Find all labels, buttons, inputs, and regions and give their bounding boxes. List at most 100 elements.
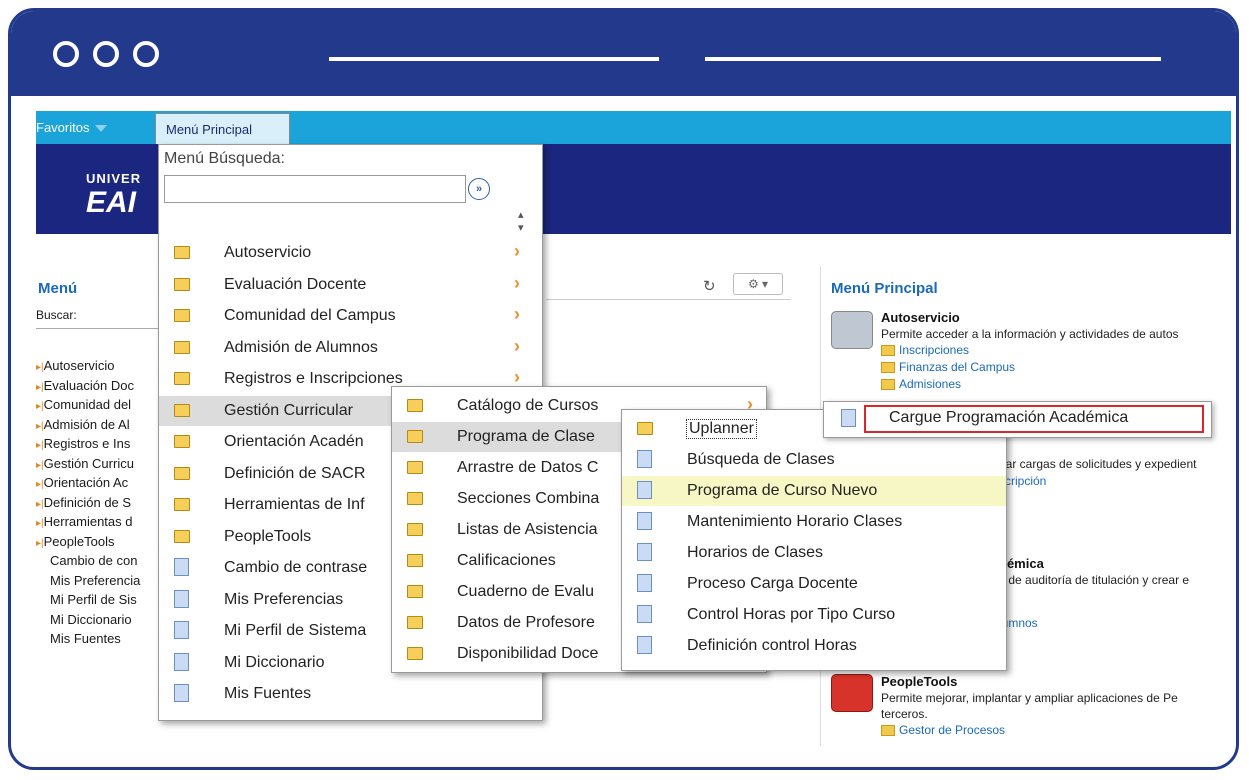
menu-item-label: Mis Preferencias	[224, 590, 344, 608]
left-menu-item-evaluacion-doc[interactable]: ▸|Evaluación Doc	[36, 378, 134, 393]
window-control-dot[interactable]	[53, 41, 79, 67]
logo-text-top: UNIVER	[86, 171, 142, 186]
left-menu-item-orientacion-ac[interactable]: ▸|Orientación Ac	[36, 475, 128, 490]
menu-item-label: Secciones Combina	[457, 490, 600, 507]
left-menu-item-cambio-de-con[interactable]: Cambio de con	[50, 553, 137, 568]
chevron-right-icon: ›	[514, 272, 520, 293]
menu-item-definicion-control-horas[interactable]: Definición control Horas	[622, 631, 1006, 661]
menu-item-label: Programa de Clase	[457, 428, 595, 445]
left-menu-item-mis-preferencia[interactable]: Mis Preferencia	[50, 573, 140, 588]
document-icon	[174, 558, 189, 576]
document-icon	[637, 636, 652, 654]
left-menu-search-input[interactable]	[36, 328, 161, 329]
menu-item-label: Gestión Curricular	[224, 401, 353, 419]
left-menu-item-comunidad-del[interactable]: ▸|Comunidad del	[36, 397, 131, 412]
menu-item-proceso-carga-docente[interactable]: Proceso Carga Docente	[622, 569, 1006, 599]
folder-icon	[407, 554, 423, 567]
document-icon	[637, 481, 652, 499]
link-label: Gestor de Procesos	[899, 723, 1006, 737]
expand-arrow-icon: ▸|	[36, 459, 44, 471]
menu-principal-tab[interactable]: Menú Principal	[155, 113, 290, 144]
left-menu-item-mis-fuentes[interactable]: Mis Fuentes	[50, 631, 121, 646]
logo-text: EAI	[86, 186, 137, 219]
document-icon	[637, 605, 652, 623]
autoservicio-title[interactable]: Autoservicio	[881, 310, 960, 325]
menu-item-label: Cuaderno de Evalu	[457, 583, 594, 600]
menu-item-label: PeopleTools	[224, 527, 312, 545]
left-menu-item-definicion-de-s[interactable]: ▸|Definición de S	[36, 495, 131, 510]
link-gestor-de-procesos[interactable]: Gestor de Procesos	[881, 723, 1005, 737]
folder-icon	[407, 647, 423, 660]
menu-item-label: Listas de Asistencia	[457, 521, 598, 538]
menu-item-autoservicio[interactable]: Autoservicio ›	[159, 238, 542, 268]
peopletools-title[interactable]: PeopleTools	[881, 674, 957, 689]
peopletools-description-2: terceros.	[881, 707, 928, 721]
left-menu-item-peopletools[interactable]: ▸|PeopleTools	[36, 534, 114, 549]
search-go-icon[interactable]: »	[468, 178, 490, 200]
menu-search-label: Menú Búsqueda:	[164, 150, 285, 167]
right-panel-title: Menú Principal	[831, 280, 938, 297]
expand-arrow-icon: ▸|	[36, 518, 44, 529]
link-admisiones[interactable]: Admisiones	[881, 377, 961, 391]
menu-item-mantenimiento-horario-clases[interactable]: Mantenimiento Horario Clases	[622, 507, 1006, 537]
folder-icon	[174, 529, 190, 543]
menu-item-label: Orientación Acadén	[224, 433, 364, 450]
menu-item-label: Calificaciones	[457, 552, 556, 569]
left-menu-item-gestion-curricu[interactable]: ▸|Gestión Curricu	[36, 456, 134, 471]
link-label: Admisiones	[899, 377, 962, 391]
left-menu-item-herramientas-d[interactable]: ▸|Herramientas d	[36, 514, 133, 529]
menu-item-label: Registros e Inscripciones	[224, 370, 403, 387]
menu-search-input[interactable]	[164, 175, 466, 203]
left-menu-panel: Menú Buscar: ▸|Autoservicio ▸|Evaluación …	[36, 266, 161, 726]
link-finanzas-del-campus[interactable]: Finanzas del Campus	[881, 360, 1015, 374]
left-menu-item-autoservicio[interactable]: ▸|Autoservicio	[36, 358, 114, 373]
document-icon	[174, 652, 189, 671]
peopletools-description: Permite mejorar, implantar y ampliar apl…	[881, 691, 1178, 705]
left-menu-item-label: Comunidad del	[43, 397, 132, 412]
menu-item-label: Catálogo de Cursos	[457, 397, 599, 414]
toolbox-icon	[831, 674, 873, 712]
window-control-dot[interactable]	[93, 41, 119, 67]
left-menu-item-mi-diccionario[interactable]: Mi Diccionario	[50, 612, 132, 627]
gear-icon[interactable]: ⚙ ▾	[733, 273, 783, 295]
registros-description: ear cargas de solicitudes y expedient	[999, 457, 1197, 471]
left-menu-item-mi-perfil-de-sis[interactable]: Mi Perfil de Sis	[50, 592, 137, 607]
folder-icon	[174, 466, 190, 480]
sort-icon[interactable]: ▴ ▾	[518, 208, 524, 234]
left-menu-item-registros-e-ins[interactable]: ▸|Registros e Ins	[36, 436, 130, 451]
folder-icon	[407, 585, 423, 598]
folder-icon	[407, 616, 423, 629]
link-label: Finanzas del Campus	[899, 360, 1016, 374]
title-placeholder-bar	[329, 57, 659, 61]
menu-item-programa-de-curso-nuevo[interactable]: Programa de Curso Nuevo	[622, 476, 1006, 506]
menu-item-control-horas-por-tipo-curso[interactable]: Control Horas por Tipo Curso	[622, 600, 1006, 630]
folder-icon	[637, 422, 653, 435]
document-icon	[637, 512, 652, 530]
left-menu-item-admision-de-al[interactable]: ▸|Admisión de Al	[36, 417, 130, 432]
menu-item-label: Arrastre de Datos C	[457, 459, 599, 476]
menu-item-busqueda-de-clases[interactable]: Búsqueda de Clases	[622, 445, 1006, 475]
autoservicio-description: Permite acceder a la información y activ…	[881, 327, 1179, 341]
link-inscripciones[interactable]: Inscripciones	[881, 343, 969, 357]
cargue-programacion-academica-item[interactable]: Cargue Programación Académica	[889, 409, 1128, 427]
expand-arrow-icon: ▸|	[36, 537, 44, 549]
menu-item-label: Autoservicio	[224, 244, 312, 261]
favoritos-menu[interactable]: Favoritos	[36, 120, 108, 135]
menu-item-mis-fuentes[interactable]: Mis Fuentes	[159, 679, 542, 709]
window-control-dot[interactable]	[133, 41, 159, 67]
expand-arrow-icon: ▸|	[36, 498, 44, 510]
menu-item-evaluacion-docente[interactable]: Evaluación Docente ›	[159, 270, 542, 300]
menu-item-horarios-de-clases[interactable]: Horarios de Clases	[622, 538, 1006, 568]
refresh-icon[interactable]: ↻	[703, 277, 716, 295]
menu-item-comunidad-del-campus[interactable]: Comunidad del Campus ›	[159, 301, 542, 331]
menu-item-admision-de-alumnos[interactable]: Admisión de Alumnos ›	[159, 333, 542, 363]
menu-item-label: Mantenimiento Horario Clases	[687, 513, 903, 530]
left-menu-item-label: Evaluación Doc	[43, 377, 134, 393]
menu-item-label: Definición de SACR	[224, 464, 366, 482]
programa-de-clases-submenu: Uplanner Búsqueda de Clases Programa de Cu…	[621, 409, 1007, 671]
menu-item-label: Cambio de contrase	[224, 559, 368, 576]
folder-icon	[174, 309, 190, 322]
left-menu-item-label: Definición de S	[43, 494, 132, 510]
favoritos-label: Favoritos	[36, 120, 90, 135]
menu-item-label: Herramientas de Inf	[224, 496, 365, 513]
